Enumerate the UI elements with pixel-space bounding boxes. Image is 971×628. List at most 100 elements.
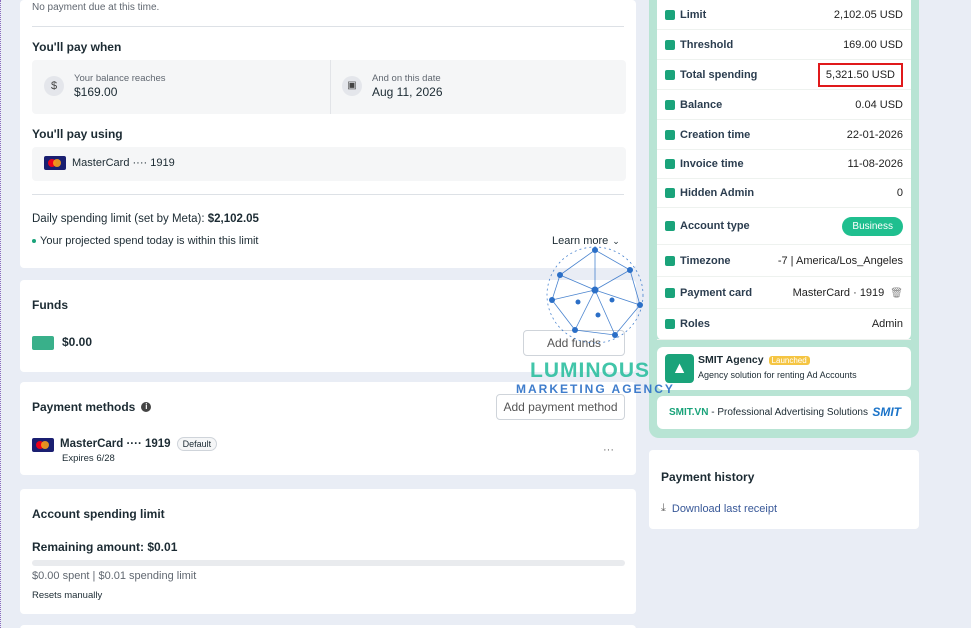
account-type-icon	[665, 221, 675, 231]
smit-agency-name: SMIT Agency	[698, 354, 764, 366]
projected-note: Your projected spend today is within thi…	[40, 235, 259, 247]
info-label-text: Timezone	[680, 254, 731, 267]
more-options-icon[interactable]: ···	[603, 444, 614, 456]
payment-methods-title-row: Payment methods i	[32, 400, 152, 414]
info-value-text: Admin	[871, 318, 903, 330]
smit-logo: SMIT	[872, 405, 901, 419]
pay-using-card: MasterCard ···· 1919	[72, 157, 175, 169]
mastercard-icon	[44, 156, 66, 170]
balance-icon	[665, 99, 675, 110]
no-payment-text: No payment due at this time.	[32, 2, 160, 13]
account-info-list: Limit 2,102.05 USD Threshold 169.00 USD Tota…	[657, 0, 911, 340]
info-label-text: Invoice time	[680, 158, 744, 170]
spending-limit-title: Account spending limit	[32, 507, 165, 521]
smit-vn-brand: SMIT.VN	[669, 407, 709, 418]
info-row-creation-time: Creation time 22-01-2026	[657, 120, 911, 150]
smit-agency-banner[interactable]: ▲ SMIT Agency Launched Agency solution f…	[657, 347, 911, 390]
spending-limit-card: Account spending limit Remaining amount:…	[20, 489, 636, 614]
mastercard-icon	[32, 438, 54, 452]
smit-vn-text: - Professional Advertising Solutions	[708, 407, 868, 418]
info-label-text: Balance	[680, 98, 723, 111]
watermark-line2: MARKETING AGENCY	[516, 382, 675, 396]
trash-icon[interactable]: 🗑	[890, 288, 903, 299]
balance-value: $169.00	[74, 85, 118, 99]
info-label-text: Total spending	[680, 68, 758, 81]
info-label-hidden-admin: Hidden Admin	[665, 187, 754, 199]
pay-when-box: $ Your balance reaches $169.00 ▣ And on …	[32, 60, 626, 114]
add-payment-method-button[interactable]: Add payment method	[496, 394, 625, 420]
funds-amount: $0.00	[62, 335, 93, 349]
pay-when-title: You'll pay when	[32, 40, 122, 54]
total-spending-icon	[665, 69, 675, 80]
smit-agency-logo-icon: ▲	[665, 354, 694, 383]
box-divider	[330, 60, 331, 114]
info-label-text: Payment card	[680, 286, 753, 299]
date-label: And on this date	[372, 73, 441, 84]
payment-card-row: MasterCard ···· 1919 Default	[60, 437, 218, 451]
info-label-invoice-time: Invoice time	[665, 158, 744, 170]
divider	[32, 26, 624, 27]
info-value-text: 22-01-2026	[846, 128, 903, 141]
info-row-total-spending: Total spending 5,321.50 USD	[657, 60, 911, 90]
info-row-threshold: Threshold 169.00 USD	[657, 30, 911, 60]
info-row-account-type: Account type Business	[657, 208, 911, 245]
info-row-limit: Limit 2,102.05 USD	[657, 0, 911, 30]
info-label-timezone: Timezone	[665, 255, 731, 267]
balance-label: Your balance reaches	[74, 73, 166, 84]
info-value-timezone: -7 | America/Los_Angeles	[778, 255, 903, 267]
download-receipt-link[interactable]: ⤓ Download last receipt	[661, 502, 777, 515]
info-value-text: 0.04 USD	[855, 98, 903, 111]
launched-badge: Launched	[768, 355, 810, 365]
daily-limit-line: Daily spending limit (set by Meta): $2,1…	[32, 213, 259, 225]
green-dot-icon	[32, 239, 36, 243]
info-value-roles: Admin	[872, 318, 903, 330]
spending-progress-track	[32, 560, 625, 566]
daily-limit-value: $2,102.05	[207, 213, 259, 225]
smit-agency-title-row: SMIT Agency Launched	[698, 354, 810, 366]
info-value-total-spending: 5,321.50 USD	[817, 62, 903, 87]
spending-detail: $0.00 spent | $0.01 spending limit	[32, 570, 197, 582]
info-label-text: Threshold	[680, 38, 734, 51]
info-row-roles: Roles Admin	[657, 309, 911, 340]
info-value-creation-time: 22-01-2026	[847, 129, 903, 141]
card-expires: Expires 6/28	[62, 453, 115, 464]
invoice-time-icon	[665, 159, 675, 169]
info-label-threshold: Threshold	[665, 39, 733, 51]
info-icon[interactable]: i	[141, 402, 152, 412]
info-row-invoice-time: Invoice time 11-08-2026	[657, 150, 911, 179]
download-receipt-label: Download last receipt	[671, 502, 778, 515]
funds-title: Funds	[32, 298, 68, 312]
info-label-creation-time: Creation time	[665, 129, 750, 141]
info-value-hidden-admin: 0	[897, 187, 903, 199]
info-value-text: Business	[842, 217, 903, 236]
info-label-account-type: Account type	[665, 220, 750, 232]
watermark-logo	[540, 240, 660, 350]
account-info-panel: Limit 2,102.05 USD Threshold 169.00 USD Tota…	[649, 0, 919, 438]
info-value-text: 169.00 USD	[843, 38, 903, 51]
info-label-roles: Roles	[665, 318, 710, 330]
info-label-text: Hidden Admin	[680, 187, 755, 199]
info-value-text: 5,321.50 USD	[817, 62, 903, 87]
date-value: Aug 11, 2026	[372, 85, 443, 99]
calendar-icon: ▣	[342, 76, 362, 96]
smit-vn-text-row: SMIT.VN - Professional Advertising Solut…	[669, 407, 868, 418]
download-icon: ⤓	[661, 502, 666, 514]
projected-line: Your projected spend today is within thi…	[32, 235, 259, 247]
payment-card-icon	[665, 287, 675, 298]
info-label-text: Account type	[680, 220, 750, 232]
payment-methods-title: Payment methods	[32, 400, 136, 414]
info-value-balance: 0.04 USD	[855, 99, 903, 111]
limit-icon	[665, 9, 675, 20]
smit-agency-desc: Agency solution for renting Ad Accounts	[698, 370, 857, 380]
smit-vn-banner[interactable]: SMIT.VN - Professional Advertising Solut…	[657, 396, 911, 429]
payment-history-title: Payment history	[661, 470, 755, 484]
info-row-timezone: Timezone -7 | America/Los_Angeles	[657, 245, 911, 277]
add-payment-method-label: Add payment method	[503, 400, 618, 414]
info-value-text: MasterCard · 1919	[792, 286, 885, 299]
info-value-limit: 2,102.05 USD	[834, 9, 903, 21]
info-label-total-spending: Total spending	[665, 69, 757, 81]
info-label-text: Creation time	[680, 128, 751, 141]
remaining-amount: Remaining amount: $0.01	[32, 540, 178, 554]
dollar-icon: $	[44, 76, 64, 96]
pay-using-box: MasterCard ···· 1919	[32, 147, 626, 181]
